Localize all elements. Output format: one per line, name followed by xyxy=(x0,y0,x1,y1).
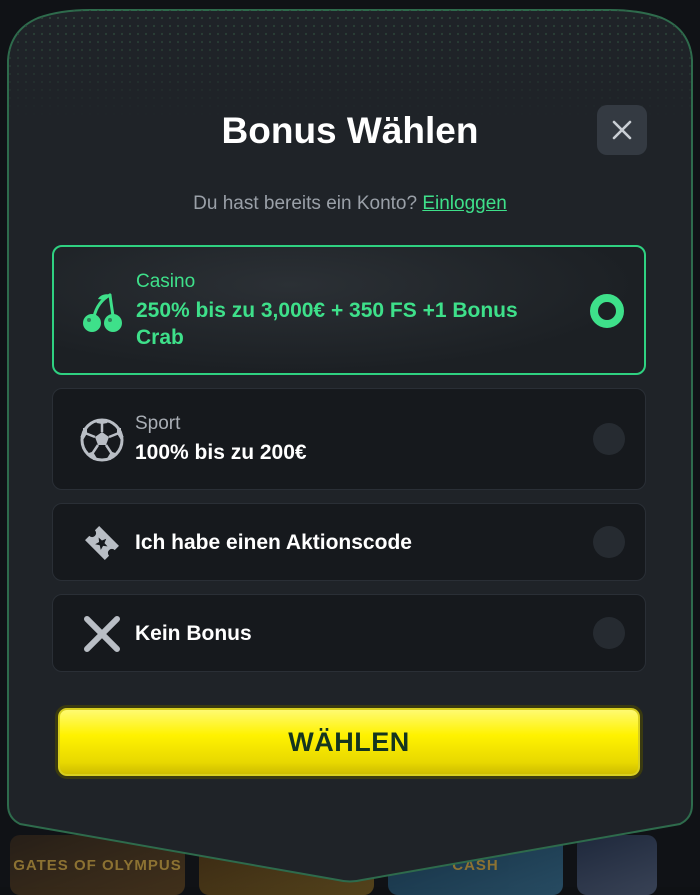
soccer-ball-icon xyxy=(79,417,125,463)
x-icon xyxy=(79,611,125,657)
submit-button[interactable]: WÄHLEN xyxy=(55,705,643,779)
bonus-option-sport[interactable]: Sport 100% bis zu 200€ xyxy=(52,388,646,490)
option-label: Casino xyxy=(136,271,196,292)
bonus-option-casino[interactable]: Casino 250% bis zu 3,000€ + 350 FS +1 Bo… xyxy=(52,245,646,375)
login-prompt-text: Du hast bereits ein Konto? xyxy=(193,193,418,214)
login-link[interactable]: Einloggen xyxy=(422,193,507,214)
bonus-option-promo-code[interactable]: Ich habe einen Aktionscode xyxy=(52,503,646,581)
option-value: 100% bis zu 200€ xyxy=(135,441,307,464)
ticket-icon xyxy=(79,520,125,566)
radio-unselected[interactable] xyxy=(593,423,625,455)
close-icon xyxy=(612,120,632,140)
option-text: Casino 250% bis zu 3,000€ + 350 FS +1 Bo… xyxy=(136,271,564,351)
cherry-icon xyxy=(80,289,126,335)
option-text: Ich habe einen Aktionscode xyxy=(135,529,565,556)
bonus-option-no-bonus[interactable]: Kein Bonus xyxy=(52,594,646,672)
option-label: Sport xyxy=(135,413,181,434)
option-value: Ich habe einen Aktionscode xyxy=(135,531,412,554)
radio-unselected[interactable] xyxy=(593,617,625,649)
option-text: Kein Bonus xyxy=(135,620,565,647)
login-prompt: Du hast bereits ein Konto? Einloggen xyxy=(0,193,700,215)
modal-title: Bonus Wählen xyxy=(221,110,479,151)
radio-selected[interactable] xyxy=(590,294,624,328)
radio-unselected[interactable] xyxy=(593,526,625,558)
option-text: Sport 100% bis zu 200€ xyxy=(135,413,565,466)
bonus-modal: Bonus Wählen Du hast bereits ein Konto? … xyxy=(0,0,700,887)
option-value: Kein Bonus xyxy=(135,622,252,645)
option-value: 250% bis zu 3,000€ + 350 FS +1 Bonus Cra… xyxy=(136,299,518,349)
close-button[interactable] xyxy=(597,105,647,155)
